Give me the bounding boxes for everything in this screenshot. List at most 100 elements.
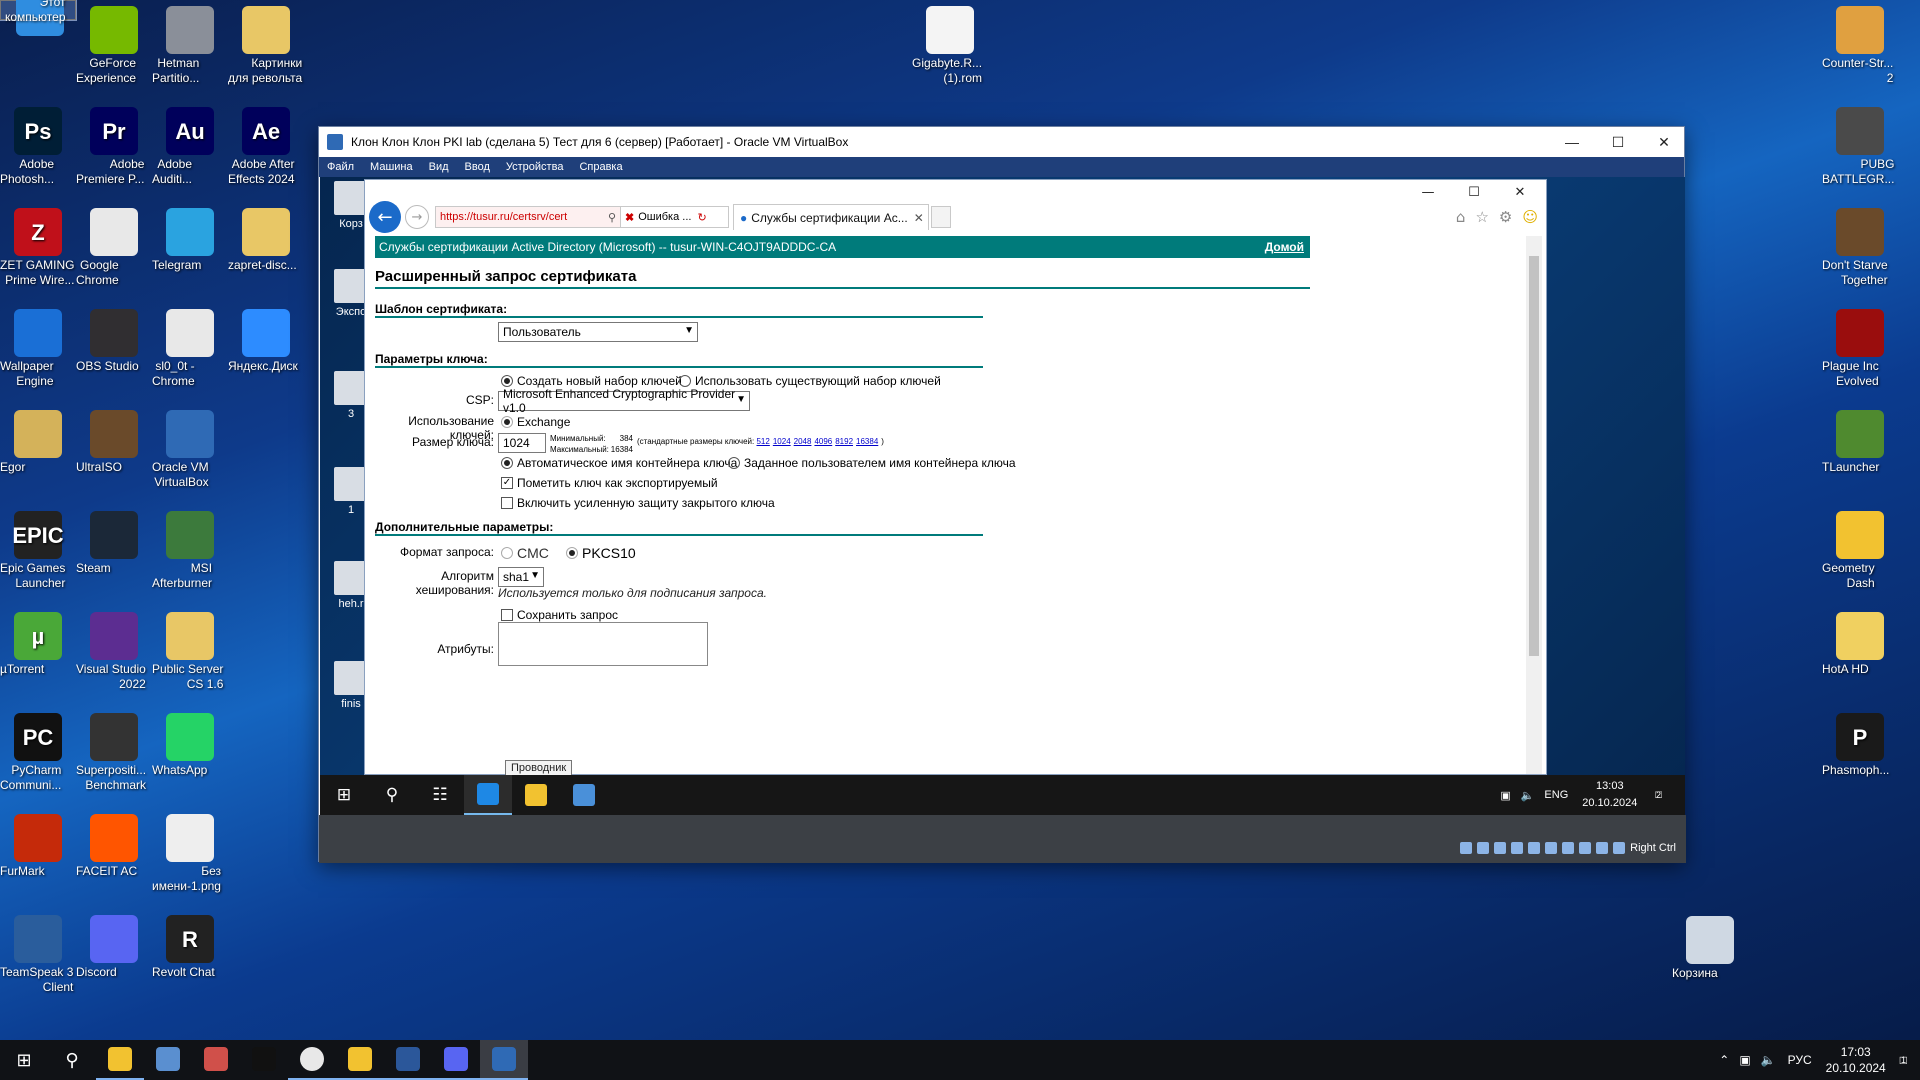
desktop-shortcut-col1-7[interactable]: PC PyCharm Communi... xyxy=(0,707,76,792)
network-icon[interactable]: ▣ xyxy=(1739,1053,1750,1067)
desktop-shortcut-col2-6[interactable]: Visual Studio 2022 xyxy=(76,606,152,691)
maximize-button[interactable]: ☐ xyxy=(1595,127,1641,157)
taskbar-discord-icon[interactable] xyxy=(432,1040,480,1080)
usb-icon[interactable] xyxy=(1528,842,1541,854)
shared-folder-icon[interactable] xyxy=(1545,842,1558,854)
desktop-shortcut-col2-0[interactable]: GeForce Experience xyxy=(76,0,152,85)
volume-muted-icon[interactable]: 🔈 xyxy=(1521,789,1535,802)
close-button[interactable]: ✕ xyxy=(1641,127,1687,157)
desktop-shortcut-col1-1[interactable]: Ps Adobe Photosh... xyxy=(0,101,76,186)
csp-select[interactable]: Microsoft Enhanced Cryptographic Provide… xyxy=(498,387,750,415)
menu-machine[interactable]: Машина xyxy=(362,161,421,173)
desktop-shortcut-col3-9[interactable]: R Revolt Chat xyxy=(152,909,228,979)
desktop-shortcut-right-5[interactable]: Geometry Dash xyxy=(1822,505,1898,590)
desktop-shortcut-col3-5[interactable]: MSI Afterburner xyxy=(152,505,228,590)
taskbar-app-icon[interactable] xyxy=(144,1040,192,1080)
favorites-star-icon[interactable]: ☆ xyxy=(1475,208,1488,226)
desktop-recycle-bin[interactable]: Корзина xyxy=(1672,910,1748,980)
desktop-shortcut-right-4[interactable]: TLauncher xyxy=(1822,404,1898,474)
desktop-shortcut-col4-2[interactable]: zapret-disc... xyxy=(228,202,304,272)
windows-start-icon[interactable]: ⊞ xyxy=(0,1040,48,1080)
size-link-2048[interactable]: 2048 xyxy=(794,437,812,446)
audio-icon[interactable] xyxy=(1494,842,1507,854)
radio-existing-keyset[interactable]: Использовать существующий набор ключей xyxy=(679,374,941,388)
checkbox-save-request[interactable]: Сохранить запрос xyxy=(501,608,618,622)
desktop-shortcut-col3-7[interactable]: WhatsApp xyxy=(152,707,228,777)
hdd-icon[interactable] xyxy=(1460,842,1473,854)
desktop-shortcut-col2-9[interactable]: Discord xyxy=(76,909,152,979)
desktop-shortcut-col4-3[interactable]: Яндекс.Диск xyxy=(228,303,304,373)
guest-language[interactable]: ENG xyxy=(1544,789,1568,801)
start-icon[interactable]: ⊞ xyxy=(320,775,368,815)
feedback-smiley-icon[interactable]: ☺ xyxy=(1522,208,1538,226)
desktop-shortcut-col1-3[interactable]: Wallpaper Engine xyxy=(0,303,76,388)
desktop-shortcut-col1-5[interactable]: EPIC Epic Games Launcher xyxy=(0,505,76,590)
network-icon[interactable]: ▣ xyxy=(1500,789,1510,802)
desktop-shortcut-right-3[interactable]: Plague Inc Evolved xyxy=(1822,303,1898,388)
taskbar-tiktok-icon[interactable] xyxy=(240,1040,288,1080)
mouse-integration-icon[interactable] xyxy=(1613,842,1626,854)
desktop-shortcut-col2-7[interactable]: Superpositi... Benchmark xyxy=(76,707,152,792)
taskbar-explorer-icon[interactable] xyxy=(96,1040,144,1080)
search-icon[interactable]: ⚲ xyxy=(48,1040,96,1080)
page-scrollbar[interactable] xyxy=(1526,236,1542,774)
taskbar-server-manager-icon[interactable] xyxy=(560,775,608,815)
desktop-shortcut-col3-1[interactable]: Au Adobe Auditi... xyxy=(152,101,228,186)
menu-help[interactable]: Справка xyxy=(571,161,630,173)
hash-select[interactable]: sha1 ▼ xyxy=(498,567,544,587)
taskbar-app-icon[interactable] xyxy=(192,1040,240,1080)
virtualbox-titlebar[interactable]: Клон Клон Клон PKI lab (сделана 5) Тест … xyxy=(319,127,1684,157)
key-size-input[interactable]: 1024 xyxy=(498,433,546,453)
ie-maximize-button[interactable]: ☐ xyxy=(1451,180,1497,204)
checkbox-exportable[interactable]: ✓ Пометить ключ как экспортируемый xyxy=(501,476,718,490)
size-link-4096[interactable]: 4096 xyxy=(814,437,832,446)
ie-minimize-button[interactable]: — xyxy=(1405,180,1451,204)
address-bar[interactable]: https://tusur.ru/certsrv/cert ⚲ xyxy=(435,206,621,228)
tab-close-icon[interactable]: ✕ xyxy=(914,211,924,225)
taskbar-explorer-icon[interactable] xyxy=(512,775,560,815)
desktop-shortcut-right-0[interactable]: Counter-Str... 2 xyxy=(1822,0,1898,85)
radio-user-container[interactable]: Заданное пользователем имя контейнера кл… xyxy=(728,456,1016,470)
desktop-shortcut-col4-0[interactable]: Картинки для револьта xyxy=(228,0,304,85)
back-icon[interactable]: ← xyxy=(369,201,401,233)
new-tab-button[interactable] xyxy=(931,206,951,228)
optical-drive-icon[interactable] xyxy=(1477,842,1490,854)
ie-close-button[interactable]: ✕ xyxy=(1497,180,1543,204)
recording-icon[interactable] xyxy=(1579,842,1592,854)
desktop-file-rom[interactable]: Gigabyte.R... (1).rom xyxy=(912,0,988,85)
desktop-shortcut-col4-1[interactable]: Ae Adobe After Effects 2024 xyxy=(228,101,304,186)
cpu-icon[interactable] xyxy=(1596,842,1609,854)
host-clock[interactable]: 17:03 20.10.2024 xyxy=(1826,1044,1886,1076)
desktop-shortcut-col3-3[interactable]: sl0_0t - Chrome xyxy=(152,303,228,388)
attributes-textarea[interactable] xyxy=(498,622,708,666)
template-select[interactable]: Пользователь ▼ xyxy=(498,322,698,342)
desktop-shortcut-right-2[interactable]: Don't Starve Together xyxy=(1822,202,1898,287)
forward-icon[interactable]: → xyxy=(405,205,429,229)
desktop-shortcut-col3-0[interactable]: Hetman Partitio... xyxy=(152,0,228,85)
size-link-8192[interactable]: 8192 xyxy=(835,437,853,446)
desktop-shortcut-col2-3[interactable]: OBS Studio xyxy=(76,303,152,373)
taskbar-word-icon[interactable] xyxy=(384,1040,432,1080)
desktop-shortcut-col1-4[interactable]: Egor xyxy=(0,404,76,474)
checkbox-strong-protection[interactable]: Включить усиленную защиту закрытого ключ… xyxy=(501,496,775,510)
certificate-error[interactable]: ✖ Ошибка ... ↻ xyxy=(621,206,729,228)
minimize-button[interactable]: — xyxy=(1549,127,1595,157)
desktop-shortcut-col2-8[interactable]: FACEIT AC xyxy=(76,808,152,878)
radio-new-keyset[interactable]: Создать новый набор ключей xyxy=(501,374,682,388)
menu-view[interactable]: Вид xyxy=(421,161,457,173)
desktop-shortcut-col2-1[interactable]: Pr Adobe Premiere P... xyxy=(76,101,152,186)
scrollbar-thumb[interactable] xyxy=(1529,256,1539,656)
size-link-16384[interactable]: 16384 xyxy=(856,437,878,446)
menu-devices[interactable]: Устройства xyxy=(498,161,572,173)
settings-gear-icon[interactable]: ⚙ xyxy=(1499,208,1512,226)
home-icon[interactable]: ⌂ xyxy=(1456,208,1466,226)
search-icon[interactable]: ⚲ xyxy=(368,775,416,815)
radio-auto-container[interactable]: Автоматическое имя контейнера ключа xyxy=(501,456,737,470)
network-adapter-icon[interactable] xyxy=(1511,842,1524,854)
desktop-shortcut-col1-9[interactable]: TeamSpeak 3 Client xyxy=(0,909,76,994)
taskbar-app-icon[interactable] xyxy=(336,1040,384,1080)
task-view-icon[interactable]: ☷ xyxy=(416,775,464,815)
refresh-icon[interactable]: ↻ xyxy=(697,211,706,224)
desktop-shortcut-col1-0[interactable]: Этот компьютер xyxy=(0,0,77,36)
desktop-shortcut-col1-8[interactable]: FurMark xyxy=(0,808,76,878)
